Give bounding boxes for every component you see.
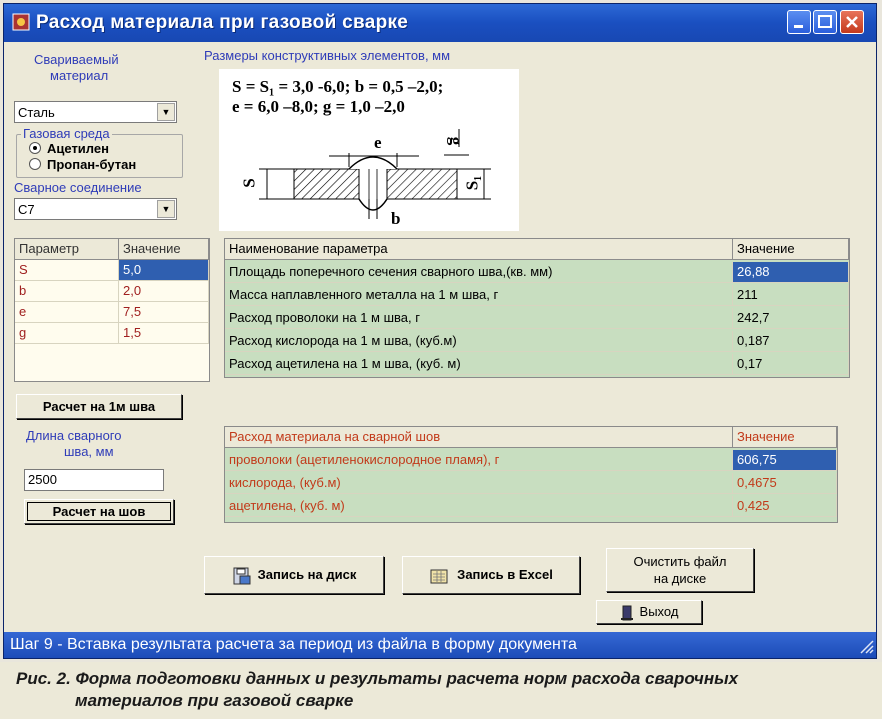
clear-file-label-line2: на диске xyxy=(653,571,707,586)
chevron-down-icon[interactable]: ▼ xyxy=(157,200,175,218)
maximize-icon xyxy=(818,15,832,28)
clear-file-label: Очистить файл xyxy=(633,554,727,569)
column-header-parameter-name[interactable]: Наименование параметра xyxy=(225,239,733,260)
column-header-value[interactable]: Значение xyxy=(733,427,837,448)
gas-medium-group: Газовая среда Ацетилен Пропан-бутан xyxy=(16,126,183,178)
gas-medium-label: Газовая среда xyxy=(21,126,112,141)
radio-selected-icon[interactable] xyxy=(29,142,41,154)
seam-consumption-table: Расход материала на сварной шов Значение… xyxy=(224,426,838,523)
seam-length-label-line2: шва, мм xyxy=(64,444,114,459)
radio-acetylene-label: Ацетилен xyxy=(47,141,109,156)
seam-name-cell[interactable]: кислорода, (куб.м) xyxy=(225,473,733,494)
exit-button[interactable]: Выход xyxy=(596,600,702,624)
result-value-cell[interactable]: 211 xyxy=(733,285,849,306)
dim-s1-label: S₁ xyxy=(462,175,482,191)
radio-unselected-icon[interactable] xyxy=(29,158,41,170)
excel-icon xyxy=(430,569,448,584)
seam-length-input[interactable]: 2500 xyxy=(24,469,164,491)
seam-value-cell[interactable]: 0,4675 xyxy=(733,473,837,494)
result-value-cell[interactable]: 0,17 xyxy=(733,354,849,375)
results-table: Наименование параметра Значение Площадь … xyxy=(224,238,850,378)
calc-per-meter-button[interactable]: Расчет на 1м шва xyxy=(16,394,182,419)
resize-grip-icon[interactable] xyxy=(856,636,874,654)
material-select-value: Сталь xyxy=(18,105,55,120)
column-header-value[interactable]: Значение xyxy=(119,239,209,260)
disk-save-icon xyxy=(233,567,251,585)
seam-name-cell[interactable]: проволоки (ацетиленокислородное пламя), … xyxy=(225,450,733,471)
caption-line-2: материалов при газовой сварке xyxy=(75,691,354,710)
dim-g-label: g xyxy=(446,136,466,146)
radio-acetylene[interactable]: Ацетилен xyxy=(29,141,109,156)
close-button[interactable] xyxy=(840,10,864,34)
result-name-cell[interactable]: Площадь поперечного сечения сварного шва… xyxy=(225,262,733,283)
minimize-icon xyxy=(794,25,803,28)
result-value-cell[interactable]: 0,187 xyxy=(733,331,849,352)
result-value-cell[interactable]: 26,88 xyxy=(733,262,849,283)
app-icon xyxy=(12,13,30,31)
column-header-parameter[interactable]: Параметр xyxy=(15,239,119,260)
close-icon xyxy=(846,16,858,28)
param-name-cell[interactable]: e xyxy=(15,302,119,323)
minimize-button[interactable] xyxy=(787,10,811,34)
param-value-cell[interactable]: 2,0 xyxy=(119,281,209,302)
figure-caption: Рис. 2. Форма подготовки данных и резуль… xyxy=(0,662,882,719)
weld-cross-section xyxy=(259,129,491,219)
radio-propane-butane[interactable]: Пропан-бутан xyxy=(29,157,136,172)
param-name-cell[interactable]: g xyxy=(15,323,119,344)
param-name-cell[interactable]: b xyxy=(15,281,119,302)
column-header-seam-material[interactable]: Расход материала на сварной шов xyxy=(225,427,733,448)
param-value-cell[interactable]: 5,0 xyxy=(119,260,209,281)
dimensions-label: Размеры конструктивных элементов, мм xyxy=(204,48,451,63)
param-value-cell[interactable]: 1,5 xyxy=(119,323,209,344)
radio-propane-label: Пропан-бутан xyxy=(47,157,137,172)
material-select[interactable]: Сталь ▼ xyxy=(14,101,177,123)
weld-joint-diagram: S = S₁ = 3,0 -6,0; b = 0,5 –2,0; e = 6,0… xyxy=(219,69,519,231)
caption-line-1: Рис. 2. Форма подготовки данных и резуль… xyxy=(16,669,739,688)
material-label: Свариваемый xyxy=(34,52,119,67)
joint-select[interactable]: С7 ▼ xyxy=(14,198,177,220)
seam-value-cell[interactable]: 606,75 xyxy=(733,450,837,471)
maximize-button[interactable] xyxy=(813,10,837,34)
status-text: Шаг 9 - Вставка результата расчета за пе… xyxy=(10,636,577,653)
app-window: Расход материала при газовой сварке Свар… xyxy=(3,3,877,659)
exit-door-icon xyxy=(620,605,633,621)
material-label-line2: материал xyxy=(50,68,109,83)
seam-value-cell[interactable]: 0,425 xyxy=(733,496,837,517)
title-bar[interactable]: Расход материала при газовой сварке xyxy=(4,4,876,42)
save-to-excel-label: Запись в Excel xyxy=(457,567,553,582)
save-to-disk-button[interactable]: Запись на диск xyxy=(204,556,384,594)
seam-name-cell[interactable]: ацетилена, (куб. м) xyxy=(225,496,733,517)
seam-length-label: Длина сварного xyxy=(26,428,122,443)
joint-label: Сварное соединение xyxy=(14,180,142,195)
dim-s-label: S xyxy=(239,178,259,188)
chevron-down-icon[interactable]: ▼ xyxy=(157,103,175,121)
column-header-value[interactable]: Значение xyxy=(733,239,849,260)
exit-label: Выход xyxy=(639,604,679,619)
save-to-excel-button[interactable]: Запись в Excel xyxy=(402,556,580,594)
save-to-disk-label: Запись на диск xyxy=(257,567,357,582)
param-name-cell[interactable]: S xyxy=(15,260,119,281)
result-name-cell[interactable]: Масса наплавленного металла на 1 м шва, … xyxy=(225,285,733,306)
window-title: Расход материала при газовой сварке xyxy=(36,12,409,33)
joint-select-value: С7 xyxy=(18,202,35,217)
dim-b-label: b xyxy=(391,209,401,228)
status-bar: Шаг 9 - Вставка результата расчета за пе… xyxy=(4,632,876,658)
screenshot-frame: Расход материала при газовой сварке Свар… xyxy=(0,0,882,719)
result-name-cell[interactable]: Расход проволоки на 1 м шва, г xyxy=(225,308,733,329)
parameter-table: Параметр Значение S 5,0 b 2,0 e 7,5 g 1,… xyxy=(14,238,210,382)
dim-e-label: e xyxy=(374,133,382,152)
result-name-cell[interactable]: Расход ацетилена на 1 м шва, (куб. м) xyxy=(225,354,733,375)
param-value-cell[interactable]: 7,5 xyxy=(119,302,209,323)
result-name-cell[interactable]: Расход кислорода на 1 м шва, (куб.м) xyxy=(225,331,733,352)
result-value-cell[interactable]: 242,7 xyxy=(733,308,849,329)
calc-seam-button[interactable]: Расчет на шов xyxy=(24,499,174,524)
clear-file-button[interactable]: Очистить файл на диске xyxy=(606,548,754,592)
